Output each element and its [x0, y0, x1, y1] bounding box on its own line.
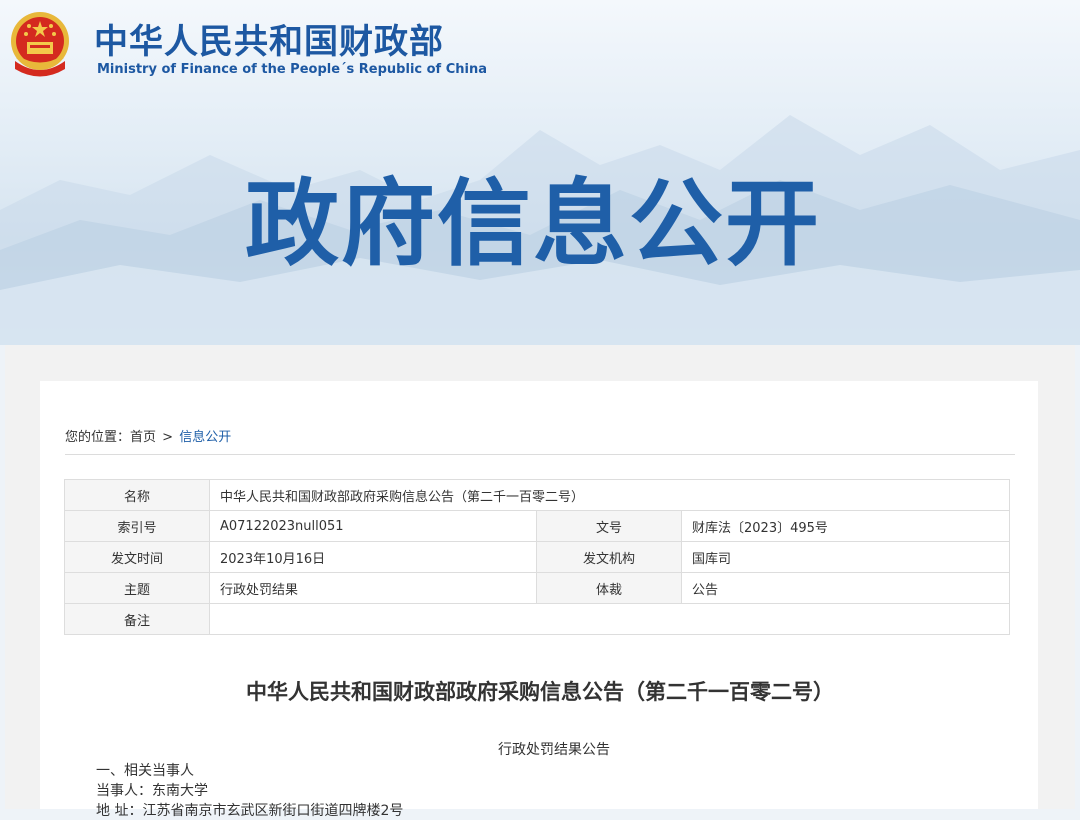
- national-emblem-icon: [7, 9, 73, 79]
- breadcrumb-home-link[interactable]: 首页: [130, 430, 156, 445]
- genre-value: 公告: [681, 572, 1010, 604]
- date-label: 发文时间: [64, 541, 210, 573]
- name-value: 中华人民共和国财政部政府采购信息公告（第二千一百零二号）: [209, 479, 1010, 511]
- docno-value: 财库法〔2023〕495号: [681, 510, 1010, 542]
- article-subtitle: 行政处罚结果公告: [498, 742, 610, 758]
- topic-value: 行政处罚结果: [209, 572, 537, 604]
- table-row: 名称 中华人民共和国财政部政府采购信息公告（第二千一百零二号）: [64, 479, 1010, 511]
- table-row: 索引号 A07122023null051 文号 财库法〔2023〕495号: [64, 510, 1010, 542]
- note-value: [209, 603, 1010, 635]
- note-label: 备注: [64, 603, 210, 635]
- index-value: A07122023null051: [209, 510, 537, 542]
- topic-label: 主题: [64, 572, 210, 604]
- table-row: 主题 行政处罚结果 体裁 公告: [64, 572, 1010, 604]
- docno-label: 文号: [536, 510, 682, 542]
- article-paragraph: 一、相关当事人: [96, 763, 194, 779]
- ministry-name-en[interactable]: Ministry of Finance of the People´s Repu…: [97, 62, 487, 77]
- header-banner: 中华人民共和国财政部 Ministry of Finance of the Pe…: [0, 0, 1080, 345]
- name-label: 名称: [64, 479, 210, 511]
- article-paragraph: 当事人：东南大学: [96, 783, 208, 799]
- table-row: 发文时间 2023年10月16日 发文机构 国库司: [64, 541, 1010, 573]
- article-paragraph: 地 址：江苏省南京市玄武区新街口街道四牌楼2号: [96, 803, 404, 819]
- article-title: 中华人民共和国财政部政府采购信息公告（第二千一百零二号）: [246, 680, 834, 704]
- date-value: 2023年10月16日: [209, 541, 537, 573]
- breadcrumb-current-link[interactable]: 信息公开: [179, 430, 231, 445]
- table-row: 备注: [64, 603, 1010, 635]
- index-label: 索引号: [64, 510, 210, 542]
- org-value: 国库司: [681, 541, 1010, 573]
- breadcrumb: 您的位置：首页 > 信息公开: [65, 426, 231, 445]
- breadcrumb-prefix: 您的位置：: [65, 430, 131, 445]
- genre-label: 体裁: [536, 572, 682, 604]
- banner-title: 政府信息公开: [245, 170, 822, 279]
- org-label: 发文机构: [536, 541, 682, 573]
- breadcrumb-separator: >: [162, 430, 174, 445]
- ministry-name-cn[interactable]: 中华人民共和国财政部: [94, 14, 444, 63]
- document-metadata-table: 名称 中华人民共和国财政部政府采购信息公告（第二千一百零二号） 索引号 A071…: [64, 479, 1010, 635]
- breadcrumb-divider: [65, 454, 1015, 455]
